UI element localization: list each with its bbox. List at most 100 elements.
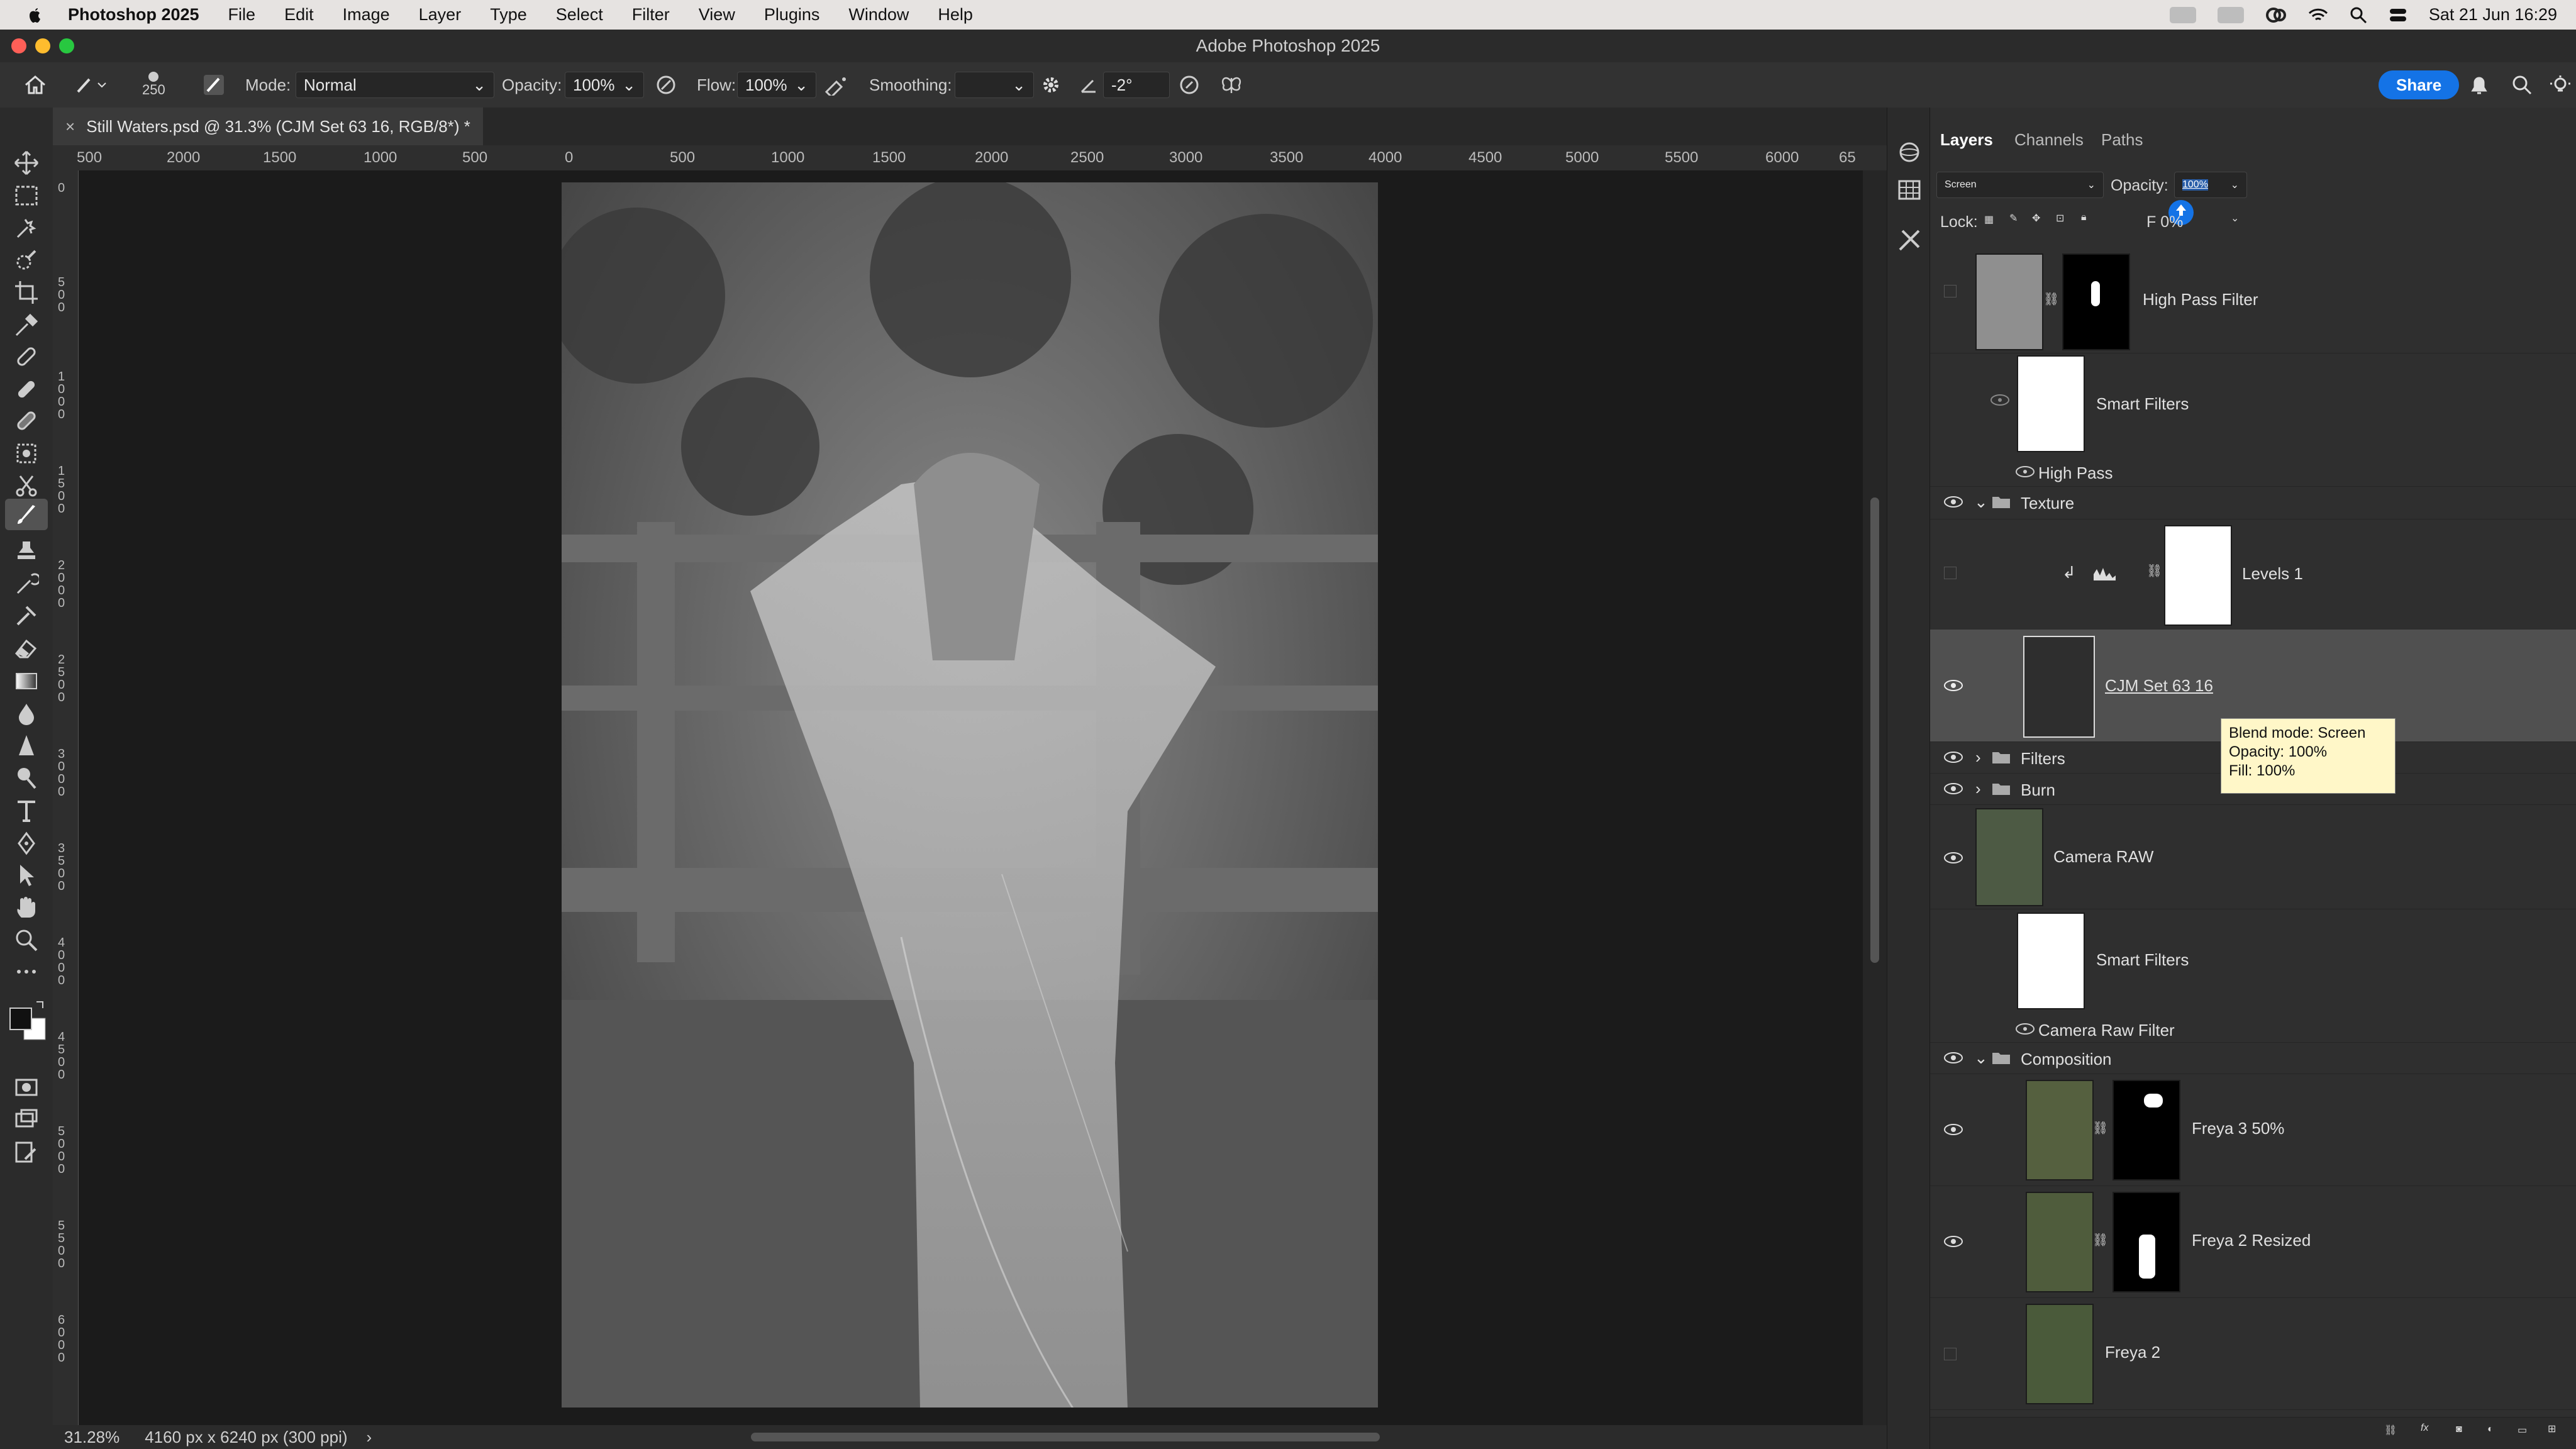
content-aware-move-icon[interactable] [14,441,39,466]
crop-tool-icon[interactable] [14,280,39,305]
document-image[interactable] [562,182,1378,1407]
patch-tool-icon[interactable] [14,408,39,433]
marquee-tool-icon[interactable] [14,183,39,208]
zoom-tool-icon[interactable] [14,928,39,953]
menu-type[interactable]: Type [490,5,527,25]
link-layers-icon[interactable]: ⛓ [2384,1424,2397,1436]
horizontal-scroll-thumb[interactable] [751,1433,1380,1441]
eye-icon[interactable] [1943,1051,1964,1065]
menu-help[interactable]: Help [938,5,973,25]
menu-edit[interactable]: Edit [284,5,314,25]
chevron-down-icon[interactable]: ⌄ [1974,492,1988,512]
layer-name[interactable]: Composition [2021,1050,2112,1069]
quick-selection-tool-icon[interactable] [14,247,39,272]
symmetry-butterfly-icon[interactable] [1219,62,1244,108]
eye-icon[interactable] [1943,1235,1964,1248]
layer-mask-thumbnail[interactable] [2062,253,2130,350]
mode-select[interactable]: Normal ⌄ [296,72,494,98]
zoom-window-button[interactable] [59,38,74,53]
eye-icon[interactable] [1943,495,1964,509]
layer-thumbnail[interactable] [1975,808,2043,906]
pressure-size-icon[interactable] [1179,62,1200,108]
horizontal-ruler[interactable]: 500 2000 1500 1000 500 0 500 1000 1500 2000 2500 30… [53,145,1887,171]
layer-smart-filters[interactable]: Smart Filters [1930,353,2576,461]
fx-icon[interactable]: fx [2421,1423,2428,1434]
blend-mode-select[interactable]: Screen ⌄ [1936,172,2104,198]
layer-mask-thumbnail[interactable] [2112,1080,2180,1180]
tab-layers[interactable]: Layers [1940,130,1993,150]
layer-name[interactable]: Burn [2021,780,2055,800]
path-selection-icon[interactable] [14,862,39,887]
control-center-icon[interactable] [2389,7,2407,23]
layer-name[interactable]: CJM Set 63 16 [2105,676,2213,696]
layer-high-pass-filter[interactable]: ⛓ High Pass Filter [1930,246,2576,353]
layer-name[interactable]: Freya 2 [2105,1343,2160,1362]
visibility-toggle-off[interactable] [1944,567,1957,579]
wifi-icon[interactable] [2308,7,2328,23]
menu-layer[interactable]: Layer [419,5,462,25]
menu-window[interactable]: Window [848,5,909,25]
lock-image-pixels-icon[interactable]: ✎ [2009,212,2018,225]
screen-mode-icon[interactable] [14,1108,39,1133]
layer-name[interactable]: Texture [2021,494,2074,513]
tab-channels[interactable]: Channels [2014,130,2084,150]
notifications-bell-icon[interactable] [2469,62,2489,108]
vertical-scrollbar[interactable] [1863,170,1887,1425]
layer-freya-2-resized[interactable]: ⛓ Freya 2 Resized [1930,1185,2576,1298]
3d-sphere-icon[interactable] [1897,140,1921,164]
eye-icon[interactable] [1943,851,1964,865]
brush-tool-selected[interactable] [5,499,48,530]
smoothing-input[interactable]: ⌄ [955,72,1034,98]
chevron-right-icon[interactable]: › [367,1428,372,1447]
chevron-down-icon[interactable]: ⌄ [1974,1048,1988,1068]
status-menu-extra-icon[interactable] [2169,6,2196,23]
tools-preset-icon[interactable] [1897,228,1921,252]
layer-name[interactable]: Camera RAW [2053,847,2153,867]
menu-view[interactable]: View [699,5,735,25]
eye-icon[interactable] [2014,1022,2036,1036]
menu-image[interactable]: Image [343,5,390,25]
brush-preset-picker[interactable] [74,62,109,108]
type-tool-icon[interactable] [14,798,39,823]
layer-freya-3[interactable]: ⛓ Freya 3 50% [1930,1074,2576,1186]
chain-link-icon[interactable]: ⛓ [2092,1120,2108,1136]
apple-logo-icon[interactable] [25,6,44,25]
healing-brush-icon[interactable] [14,377,39,402]
layer-camera-raw[interactable]: Camera RAW [1930,804,2576,909]
menu-select[interactable]: Select [556,5,603,25]
opacity-input[interactable]: 100% ⌄ [565,72,644,98]
pen-tool-icon[interactable] [14,831,39,856]
vertical-scroll-thumb[interactable] [1870,497,1879,963]
smoothing-options-gear-icon[interactable] [1040,62,1062,108]
eraser-tool-icon[interactable] [14,636,39,661]
add-mask-icon[interactable]: ◙ [2456,1424,2462,1435]
home-icon[interactable] [24,62,47,108]
layer-mask-thumbnail[interactable] [2164,525,2232,626]
flow-input[interactable]: 100% ⌄ [737,72,816,98]
mixer-brush-icon[interactable] [14,603,39,628]
keyboard-icon[interactable] [2217,6,2244,23]
chevron-down-icon[interactable]: ⌄ [2231,212,2239,225]
menu-plugins[interactable]: Plugins [764,5,820,25]
history-brush-icon[interactable] [14,572,39,597]
lock-position-icon[interactable]: ✥ [2032,212,2040,225]
clone-stamp-icon[interactable] [14,539,39,564]
hand-tool-icon[interactable] [14,895,39,920]
airbrush-icon[interactable] [824,62,848,108]
quick-mask-icon[interactable] [14,1075,39,1100]
object-selection-tool-icon[interactable] [14,216,39,241]
app-name-menu[interactable]: Photoshop 2025 [68,5,199,25]
brush-angle-input[interactable]: -2° [1103,72,1170,98]
menubar-clock[interactable]: Sat 21 Jun 16:29 [2429,5,2557,25]
chevron-right-icon[interactable]: › [1975,748,1981,767]
lock-artboard-icon[interactable]: ⊡ [2056,212,2064,225]
brush-settings-toggle-icon[interactable] [203,62,225,108]
menu-file[interactable]: File [228,5,256,25]
document-info[interactable]: 4160 px x 6240 px (300 ppi) [145,1428,347,1447]
eye-icon[interactable] [1989,393,2011,407]
layer-thumbnail[interactable] [2026,1304,2094,1404]
close-window-button[interactable] [11,38,26,53]
blur-drop-icon[interactable] [14,701,39,726]
minimize-window-button[interactable] [35,38,50,53]
chevron-right-icon[interactable]: › [1975,779,1981,799]
